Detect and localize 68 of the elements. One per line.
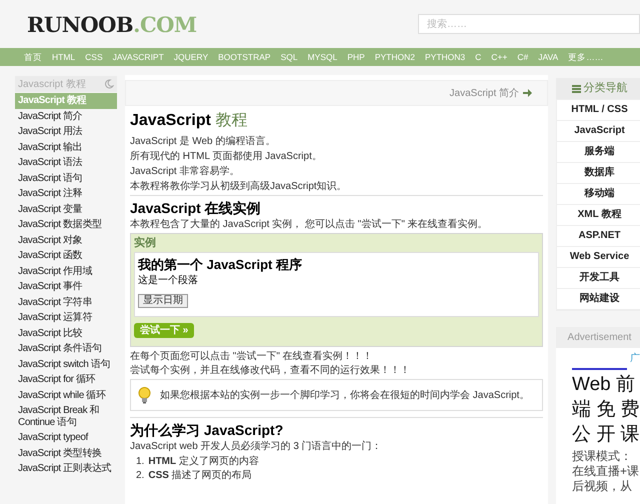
sidebar-item[interactable]: JavaScript 输出 [15, 140, 117, 155]
sidebar-item[interactable]: JavaScript 事件 [15, 279, 117, 294]
moon-icon[interactable] [104, 79, 114, 89]
sidebar-item[interactable]: JavaScript 语法 [15, 155, 117, 170]
sidebar-item[interactable]: JavaScript 运算符 [15, 310, 117, 326]
intro-text: JavaScript 非常容易学。 [130, 164, 240, 179]
advertisement-label: Advertisement [556, 327, 640, 348]
sidebar-item[interactable]: JavaScript 正则表达式 [15, 461, 117, 476]
category-link[interactable]: JavaScript [557, 121, 640, 142]
intro-text: 所有现代的 HTML 页面都使用 JavaScript。 [130, 150, 323, 164]
page-title: JavaScript 教程 [130, 111, 248, 131]
sidebar-item[interactable]: JavaScript 对象 [15, 232, 117, 248]
example-heading: 我的第一个 JavaScript 程序 [138, 256, 303, 274]
ad-tag: 广 [630, 351, 640, 366]
list-number: 2. [136, 469, 144, 483]
list-icon [572, 84, 580, 92]
category-link[interactable]: 开发工具 [557, 268, 640, 289]
intro-text: JavaScript 是 Web 的编程语言。 [130, 134, 276, 149]
ad-text: 授课模式： [572, 449, 633, 464]
tip-text: 如果您根据本站的实例一步一个脚印学习，你将会在很短的时间内学会 JavaScript。 [160, 388, 530, 402]
sidebar-item[interactable]: JavaScript 数据类型 [15, 217, 117, 232]
example-label: 实例 [134, 236, 157, 251]
ad-headline: 端 免 费 [572, 398, 640, 422]
category-link[interactable]: 服务端 [557, 142, 640, 163]
lightbulb-icon [138, 386, 151, 404]
sidebar-item[interactable]: JavaScript 用法 [15, 124, 117, 140]
sidebar-item[interactable]: JavaScript 作用域 [15, 264, 117, 279]
section-heading: JavaScript 在线实例 [130, 199, 262, 218]
sidebar-item[interactable]: JavaScript 函数 [15, 248, 117, 264]
sidebar-item[interactable]: JavaScript 类型转换 [15, 446, 117, 461]
sidebar-item[interactable]: JavaScript 语句 [15, 170, 117, 186]
note-text: 在每个页面您可以点击 "尝试一下" 在线查看实例！！！ [130, 350, 374, 364]
sidebar-item[interactable]: JavaScript while 循环 [15, 388, 117, 403]
list-number: 1. [136, 455, 144, 469]
section-text: JavaScript web 开发人员必须学习的 3 门语言中的一门： [130, 440, 383, 453]
category-link[interactable]: 网站建设 [557, 289, 640, 310]
example-paragraph: 这是一个段落 [138, 274, 199, 287]
category-link[interactable]: XML 教程 [557, 205, 640, 226]
site-logo[interactable]: RUNOOB.COM [27, 14, 197, 34]
ad-text: 后视频，从 [572, 479, 633, 494]
sidebar-item[interactable]: JavaScript for 循环 [15, 372, 117, 388]
section-text: 本教程包含了大量的 JavaScript 实例， 您可以点击 "尝试一下" 来在线查看实例。 [130, 218, 489, 231]
ad-headline: Web 前 [572, 373, 636, 397]
category-link[interactable]: Web Service [557, 247, 640, 268]
sidebar-item[interactable]: JavaScript switch 语句 [15, 356, 117, 372]
note-text: 尝试每个实例，并且在线修改代码，查看不同的运行效果！！！ [130, 364, 411, 378]
category-link[interactable]: 移动端 [557, 184, 640, 205]
category-link[interactable]: HTML / CSS [557, 100, 640, 121]
sidebar-item[interactable]: JavaScript 条件语句 [15, 341, 117, 356]
ad-headline: 公 开 课 [572, 423, 640, 447]
section-heading: 为什么学习 JavaScript? [130, 421, 284, 440]
sidebar-item[interactable]: JavaScript 注释 [15, 186, 117, 202]
sidebar-item[interactable]: JavaScript typeof [15, 430, 117, 446]
show-date-button[interactable]: 显示日期 [138, 294, 188, 308]
category-link[interactable]: 数据库 [557, 163, 640, 184]
list-text: HTML 定义了网页的内容 [148, 455, 259, 469]
intro-text: 本教程将教你学习从初级到高级JavaScript知识。 [130, 180, 348, 194]
category-link[interactable]: ASP.NET [557, 226, 640, 247]
sidebar-item[interactable]: JavaScript 比较 [15, 326, 117, 341]
list-text: CSS 描述了网页的布局 [148, 469, 252, 483]
sidebar-title: Javascript 教程 [18, 78, 86, 92]
arrow-right-icon [523, 89, 532, 97]
sidebar-item[interactable]: JavaScript 字符串 [15, 294, 117, 310]
sidebar-item[interactable]: JavaScript 变量 [15, 202, 117, 217]
ad-text: 在线直播+课 [572, 464, 640, 479]
sidebar-item[interactable]: JavaScript 简介 [15, 108, 117, 124]
category-title: 分类导航 [584, 80, 628, 96]
sidebar-item[interactable]: JavaScript Break 和 Continue 语句 [15, 403, 117, 430]
